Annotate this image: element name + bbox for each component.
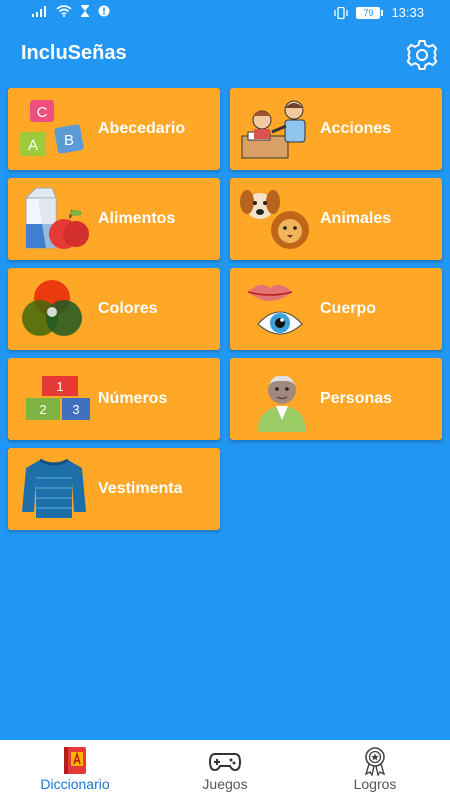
svg-text:B: B xyxy=(64,132,74,149)
category-label: Abecedario xyxy=(98,120,186,137)
category-tile-alimentos[interactable]: Alimentos xyxy=(8,178,220,260)
actions-people-icon xyxy=(241,100,306,159)
gamepad-icon xyxy=(209,753,241,772)
number-blocks-icon: 1 2 3 xyxy=(26,376,90,420)
category-tile-colores[interactable]: Colores xyxy=(8,268,220,350)
status-time: 13:33 xyxy=(391,5,424,20)
category-label: Alimentos xyxy=(98,210,176,227)
category-label: Personas xyxy=(320,390,393,407)
category-tile-abecedario[interactable]: C A B Abecedario xyxy=(8,88,220,170)
nav-label: Logros xyxy=(353,776,397,792)
category-tile-numeros[interactable]: 1 2 3 Números xyxy=(8,358,220,440)
color-circles-icon xyxy=(22,280,82,336)
nav-juegos[interactable]: Juegos xyxy=(150,740,300,800)
svg-text:A: A xyxy=(28,137,38,154)
nav-label: Diccionario xyxy=(40,776,110,792)
lips-eye-icon xyxy=(247,284,303,335)
nav-diccionario[interactable]: Diccionario xyxy=(0,740,150,800)
sweater-icon xyxy=(22,458,86,518)
signal-icon xyxy=(32,6,46,17)
elderly-person-icon xyxy=(258,375,306,432)
dog-lion-icon xyxy=(240,190,309,249)
svg-text:C: C xyxy=(37,104,48,121)
bottom-navigation: Diccionario Juegos Logros xyxy=(0,740,450,800)
achievement-medal-icon xyxy=(364,747,386,776)
category-tile-animales[interactable]: Animales xyxy=(230,178,442,260)
dictionary-book-icon xyxy=(64,747,86,774)
svg-text:2: 2 xyxy=(39,402,46,417)
category-label: Colores xyxy=(98,300,158,317)
category-label: Números xyxy=(98,390,168,407)
hourglass-icon xyxy=(81,5,89,17)
settings-gear-icon[interactable] xyxy=(404,38,440,72)
category-label: Vestimenta xyxy=(98,480,183,497)
category-label: Cuerpo xyxy=(320,300,376,317)
nav-logros[interactable]: Logros xyxy=(300,740,450,800)
category-tile-vestimenta[interactable]: Vestimenta xyxy=(8,448,220,530)
vibrate-icon xyxy=(334,6,349,19)
wifi-icon xyxy=(56,5,72,17)
svg-text:3: 3 xyxy=(72,402,79,417)
abc-blocks-icon: C A B xyxy=(20,100,84,156)
status-icons-left xyxy=(32,5,110,17)
nav-label: Juegos xyxy=(202,776,248,792)
category-tile-acciones[interactable]: Acciones xyxy=(230,88,442,170)
battery-icon: 79 xyxy=(356,6,384,19)
category-label: Animales xyxy=(320,210,392,227)
category-tile-cuerpo[interactable]: Cuerpo xyxy=(230,268,442,350)
svg-text:1: 1 xyxy=(56,379,63,394)
category-tile-personas[interactable]: Personas xyxy=(230,358,442,440)
app-title: IncluSeñas xyxy=(21,42,127,64)
status-bar: 79 13:33 xyxy=(0,0,450,26)
category-label: Acciones xyxy=(320,120,392,137)
status-icons-right: 79 13:33 xyxy=(334,5,424,20)
app-bar: IncluSeñas xyxy=(0,26,450,82)
alert-icon xyxy=(98,5,110,17)
milk-apple-icon xyxy=(24,187,89,249)
battery-level: 79 xyxy=(356,6,381,19)
